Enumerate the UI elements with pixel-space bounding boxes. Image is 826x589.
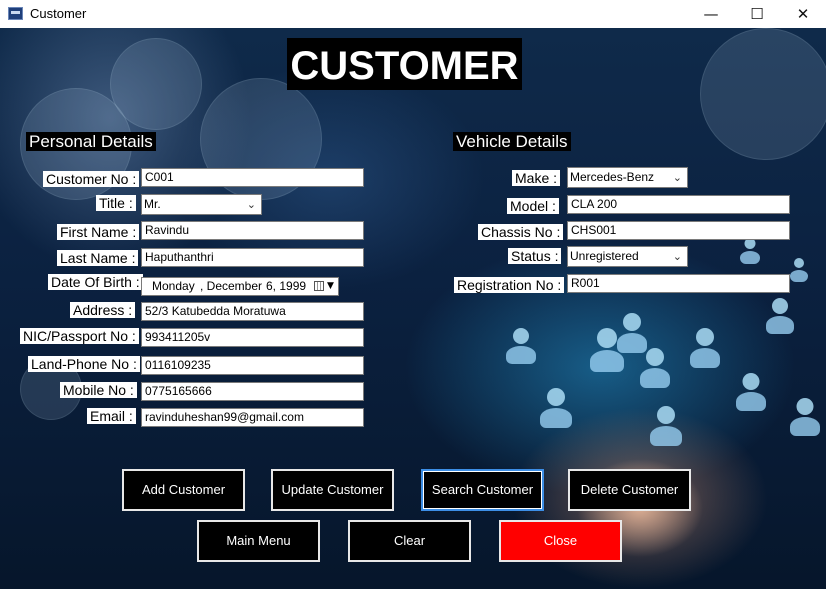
date-of-birth-picker[interactable]: Monday , December 6, 1999 ▼ — [141, 277, 339, 296]
calendar-icon[interactable] — [314, 281, 324, 291]
customer-no-label: Customer No : — [43, 171, 140, 187]
delete-customer-button[interactable]: Delete Customer — [568, 469, 691, 511]
last-name-field[interactable]: Haputhanthri — [141, 248, 364, 267]
minimize-button[interactable]: — — [688, 0, 734, 28]
registration-no-field[interactable]: R001 — [567, 274, 790, 293]
chevron-down-icon: ⌄ — [672, 250, 682, 263]
dob-day: Monday — [152, 279, 195, 293]
form-area: CUSTOMER Personal Details Vehicle Detail… — [0, 28, 826, 589]
status-dropdown[interactable]: Unregistered ⌄ — [567, 246, 688, 267]
chevron-down-icon: ⌄ — [672, 171, 682, 184]
registration-no-label: Registration No : — [454, 277, 565, 293]
search-customer-button[interactable]: Search Customer — [421, 469, 544, 511]
chevron-down-icon: ⌄ — [246, 198, 256, 211]
maximize-button[interactable]: ☐ — [734, 0, 780, 28]
caret-down-icon[interactable]: ▼ — [327, 278, 334, 295]
update-customer-button[interactable]: Update Customer — [271, 469, 394, 511]
page-title: CUSTOMER — [287, 38, 522, 90]
status-value: Unregistered — [570, 249, 639, 263]
chassis-no-label: Chassis No : — [478, 224, 564, 240]
nic-passport-label: NIC/Passport No : — [20, 328, 139, 344]
bokeh-decoration — [110, 38, 202, 130]
person-icon — [740, 238, 760, 264]
address-label: Address : — [70, 302, 136, 318]
person-icon — [790, 398, 820, 436]
person-icon — [590, 328, 624, 372]
customer-no-field[interactable]: C001 — [141, 168, 364, 187]
person-icon — [736, 373, 766, 411]
title-bar: Customer — ☐ ✕ — [0, 0, 826, 28]
person-icon — [540, 388, 572, 428]
first-name-label: First Name : — [57, 224, 140, 240]
model-label: Model : — [507, 198, 559, 214]
close-window-button[interactable]: ✕ — [780, 0, 826, 28]
personal-details-heading: Personal Details — [26, 132, 156, 151]
mobile-no-field[interactable]: 0775165666 — [141, 382, 364, 401]
vehicle-details-heading: Vehicle Details — [453, 132, 571, 151]
close-button[interactable]: Close — [499, 520, 622, 562]
status-label: Status : — [508, 248, 562, 264]
make-label: Make : — [512, 170, 561, 186]
title-dropdown[interactable]: Mr. ⌄ — [141, 194, 262, 215]
make-dropdown[interactable]: Mercedes-Benz ⌄ — [567, 167, 688, 188]
person-icon — [690, 328, 720, 368]
title-label: Title : — [96, 195, 136, 211]
person-icon — [650, 406, 682, 446]
window-title: Customer — [30, 6, 87, 21]
bokeh-decoration — [700, 28, 826, 160]
land-phone-label: Land-Phone No : — [28, 356, 140, 372]
mobile-no-label: Mobile No : — [60, 382, 137, 398]
person-icon — [640, 348, 670, 388]
app-icon — [8, 7, 23, 20]
model-field[interactable]: CLA 200 — [567, 195, 790, 214]
person-icon — [506, 328, 536, 364]
nic-passport-field[interactable]: 993411205v — [141, 328, 364, 347]
chassis-no-field[interactable]: CHS001 — [567, 221, 790, 240]
land-phone-field[interactable]: 0116109235 — [141, 356, 364, 375]
address-field[interactable]: 52/3 Katubedda Moratuwa — [141, 302, 364, 321]
make-value: Mercedes-Benz — [570, 170, 655, 184]
add-customer-button[interactable]: Add Customer — [122, 469, 245, 511]
person-icon — [790, 258, 808, 282]
clear-button[interactable]: Clear — [348, 520, 471, 562]
main-menu-button[interactable]: Main Menu — [197, 520, 320, 562]
date-of-birth-label: Date Of Birth : — [48, 274, 143, 290]
last-name-label: Last Name : — [57, 250, 139, 266]
title-value: Mr. — [144, 197, 161, 211]
dob-date: 6, 1999 — [266, 279, 307, 293]
email-field[interactable]: ravinduheshan99@gmail.com — [141, 408, 364, 427]
person-icon — [766, 298, 794, 334]
dob-month: , December — [200, 279, 263, 293]
first-name-field[interactable]: Ravindu — [141, 221, 364, 240]
email-label: Email : — [87, 408, 136, 424]
